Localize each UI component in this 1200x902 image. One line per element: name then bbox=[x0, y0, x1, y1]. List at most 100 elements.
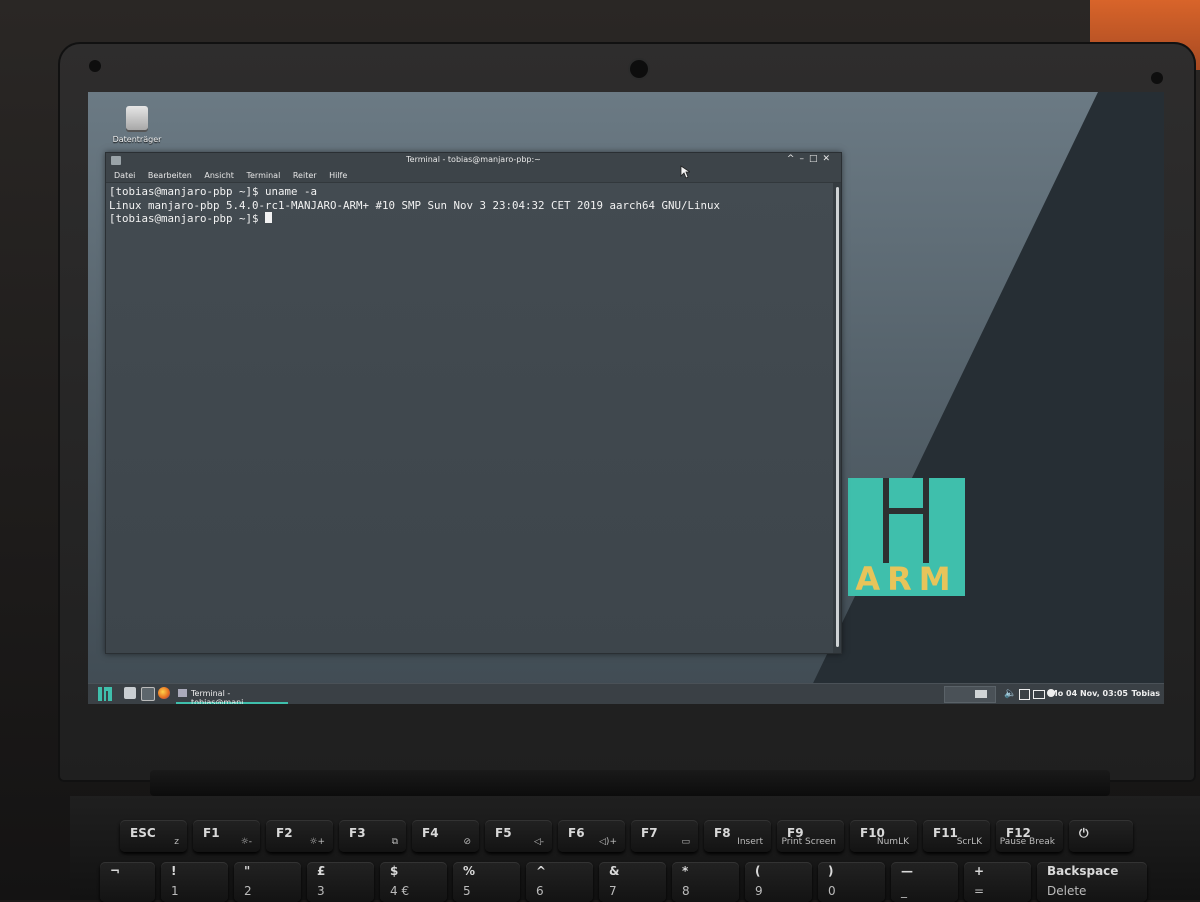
key-[interactable]: ) 0 bbox=[818, 862, 885, 902]
key-[interactable]: " 2 bbox=[234, 862, 301, 902]
key-sublabel: 7 bbox=[609, 884, 617, 898]
key-label: — bbox=[901, 864, 913, 878]
key-[interactable]: $4 € bbox=[380, 862, 447, 902]
window-titlebar[interactable]: Terminal - tobias@manjaro-pbp:~ ^–□✕ bbox=[106, 153, 841, 169]
key-f12[interactable]: F12 Pause Break bbox=[996, 820, 1063, 852]
terminal-line: [tobias@manjaro-pbp ~]$ uname -a bbox=[109, 185, 318, 198]
key-label: ) bbox=[828, 864, 834, 878]
workspace-icon bbox=[975, 690, 987, 698]
key-label: * bbox=[682, 864, 689, 878]
text-cursor bbox=[265, 212, 273, 223]
key-label: F2 bbox=[276, 826, 293, 840]
key-f2[interactable]: F2 ☼+ bbox=[266, 820, 333, 852]
menu-bearbeiten[interactable]: Bearbeiten bbox=[148, 171, 192, 180]
key-f9[interactable]: F9 Print Screen bbox=[777, 820, 844, 852]
clock[interactable]: Mo 04 Nov, 03:05 bbox=[1050, 689, 1128, 698]
menu-terminal[interactable]: Terminal bbox=[246, 171, 280, 180]
key-[interactable]: ¬ bbox=[100, 862, 155, 902]
key-[interactable]: — _ bbox=[891, 862, 958, 902]
key-label: ESC bbox=[130, 826, 156, 840]
laptop-screen: Datenträger ARM Terminal - tobias@manjar… bbox=[88, 92, 1164, 704]
terminal-window[interactable]: Terminal - tobias@manjaro-pbp:~ ^–□✕ Dat… bbox=[105, 152, 842, 654]
terminal-icon bbox=[178, 689, 187, 697]
key-f5[interactable]: F5 ◁- bbox=[485, 820, 552, 852]
files-icon[interactable] bbox=[124, 687, 136, 699]
key-f4[interactable]: F4 ⊘ bbox=[412, 820, 479, 852]
key-sublabel: ▭ bbox=[681, 837, 690, 847]
logo-stripe bbox=[889, 508, 923, 514]
menu-reiter[interactable]: Reiter bbox=[293, 171, 317, 180]
key-sublabel: ◁- bbox=[533, 837, 544, 847]
minimize-button[interactable]: – bbox=[799, 154, 809, 164]
volume-icon[interactable]: 🔈 bbox=[1004, 688, 1016, 699]
key-label: ! bbox=[171, 864, 177, 878]
key-f3[interactable]: F3 ⧉ bbox=[339, 820, 406, 852]
terminal-prompt-line: [tobias@manjaro-pbp ~]$ bbox=[109, 212, 833, 226]
manjaro-menu-icon[interactable] bbox=[98, 687, 112, 701]
key-label: F8 bbox=[714, 826, 731, 840]
key-[interactable]: ! 1 bbox=[161, 862, 228, 902]
key-f7[interactable]: F7 ▭ bbox=[631, 820, 698, 852]
window-title: Terminal - tobias@manjaro-pbp:~ bbox=[406, 155, 541, 164]
key-[interactable]: ⏻ bbox=[1069, 820, 1133, 852]
key-sublabel: ☼+ bbox=[309, 837, 325, 847]
key-label: F3 bbox=[349, 826, 366, 840]
menu-hilfe[interactable]: Hilfe bbox=[329, 171, 347, 180]
key-label: F5 bbox=[495, 826, 512, 840]
key-f11[interactable]: F11 ScrLK bbox=[923, 820, 990, 852]
key-label: ^ bbox=[536, 864, 547, 878]
key-[interactable]: (9 bbox=[745, 862, 812, 902]
key-sublabel: ⧉ bbox=[391, 837, 398, 847]
webcam bbox=[628, 58, 650, 80]
key-f10[interactable]: F10 NumLK bbox=[850, 820, 917, 852]
key-sublabel: ScrLK bbox=[956, 837, 982, 847]
terminal-output[interactable]: [tobias@manjaro-pbp ~]$ uname -a Linux ma… bbox=[106, 183, 833, 653]
key-[interactable]: + = bbox=[964, 862, 1031, 902]
logo-text: ARM bbox=[855, 560, 958, 598]
key-sublabel: 9 bbox=[755, 884, 763, 898]
battery-icon[interactable] bbox=[1033, 690, 1045, 699]
key-label: ¬ bbox=[110, 864, 121, 878]
terminal-line: Linux manjaro-pbp 5.4.0-rc1-MANJARO-ARM+… bbox=[109, 198, 721, 212]
scrollbar-thumb[interactable] bbox=[836, 187, 839, 647]
close-button[interactable]: ✕ bbox=[822, 154, 835, 164]
key-backspace[interactable]: Backspace Delete bbox=[1037, 862, 1147, 902]
manjaro-arm-logo: ARM bbox=[848, 478, 965, 596]
key-f6[interactable]: F6 ◁)+ bbox=[558, 820, 625, 852]
taskbar: Terminal - tobias@manj... 🔈 Mo 04 Nov, 0… bbox=[88, 683, 1164, 704]
key-[interactable]: % 5 bbox=[453, 862, 520, 902]
key-label: Backspace bbox=[1047, 864, 1119, 878]
key-[interactable]: * 8 bbox=[672, 862, 739, 902]
key-sublabel: 4 € bbox=[390, 884, 410, 898]
task-label: Terminal - tobias@manj... bbox=[191, 689, 252, 704]
key-sublabel: 3 bbox=[317, 884, 325, 898]
workspace-switcher[interactable] bbox=[944, 686, 996, 703]
terminal-prompt: [tobias@manjaro-pbp ~]$ bbox=[109, 212, 266, 225]
user-name[interactable]: Tobias bbox=[1131, 689, 1160, 698]
drive-icon bbox=[126, 106, 148, 130]
menu-ansicht[interactable]: Ansicht bbox=[204, 171, 234, 180]
key-f8[interactable]: F8 Insert bbox=[704, 820, 771, 852]
menu-datei[interactable]: Datei bbox=[114, 171, 135, 180]
key-sublabel: 6 bbox=[536, 884, 544, 898]
key-sublabel: _ bbox=[901, 884, 907, 898]
terminal-icon[interactable] bbox=[141, 687, 155, 701]
key-[interactable]: ^ 6 bbox=[526, 862, 593, 902]
key-sublabel: 8 bbox=[682, 884, 690, 898]
terminal-scrollbar[interactable] bbox=[833, 183, 841, 653]
desktop-icon-datentraeger[interactable]: Datenträger bbox=[108, 106, 166, 144]
key-sublabel: 2 bbox=[244, 884, 252, 898]
key-f1[interactable]: F1 ☼- bbox=[193, 820, 260, 852]
key-[interactable]: £3 bbox=[307, 862, 374, 902]
key-[interactable]: & 7 bbox=[599, 862, 666, 902]
menu-bar: Datei Bearbeiten Ansicht Terminal Reiter… bbox=[106, 169, 841, 183]
key-esc[interactable]: ESC z bbox=[120, 820, 187, 852]
firefox-icon[interactable] bbox=[158, 687, 170, 699]
laptop-hinge bbox=[150, 770, 1110, 796]
key-label: & bbox=[609, 864, 620, 878]
maximize-button[interactable]: □ bbox=[809, 154, 823, 164]
network-icon[interactable] bbox=[1019, 689, 1030, 700]
taskbar-task-terminal[interactable]: Terminal - tobias@manj... bbox=[176, 686, 288, 704]
shade-button[interactable]: ^ bbox=[787, 154, 800, 164]
logo-stripe bbox=[923, 478, 929, 563]
